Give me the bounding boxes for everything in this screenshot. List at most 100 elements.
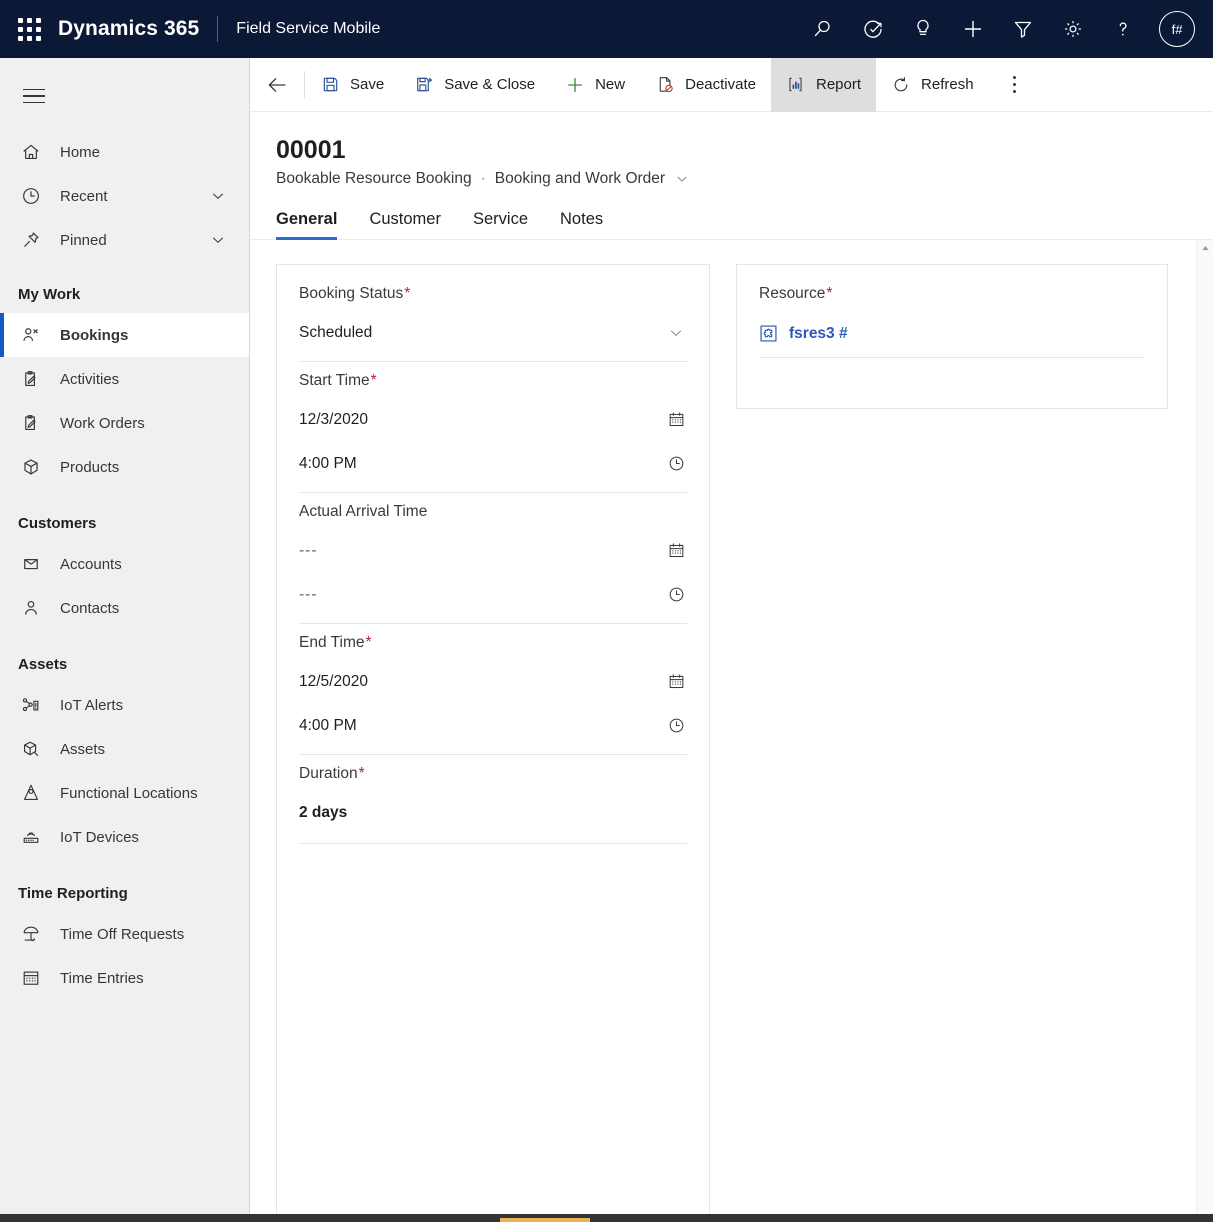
deactivate-icon [655, 75, 675, 95]
field-value: 4:00 PM [299, 716, 357, 734]
save-icon [320, 75, 340, 95]
sidebar-item-iot-alerts[interactable]: IoT Alerts [0, 683, 249, 727]
end-date-input[interactable]: 12/5/2020 [277, 660, 709, 704]
sidebar-group-assets: Assets [18, 656, 68, 673]
form-tabs: General Customer Service Notes [250, 210, 1213, 240]
tab-general[interactable]: General [276, 210, 353, 240]
duration-input[interactable]: 2 days [277, 791, 709, 835]
report-icon [786, 75, 806, 95]
sidebar-item-label: Home [60, 143, 101, 161]
end-time-input[interactable]: 4:00 PM [277, 704, 709, 748]
sidebar-item-recent[interactable]: Recent [0, 174, 249, 218]
required-marker: * [404, 284, 411, 302]
work-orders-icon [20, 411, 46, 435]
app-launcher-icon[interactable] [14, 14, 44, 44]
label-text: Start Time [299, 371, 370, 389]
more-commands-icon[interactable] [993, 58, 1037, 112]
sidebar-item-label: Functional Locations [60, 784, 198, 802]
clock-icon[interactable] [665, 715, 687, 737]
sidebar-item-label: Time Off Requests [60, 925, 185, 943]
vertical-scrollbar[interactable] [1196, 239, 1213, 1222]
resource-lookup-value[interactable]: fsres3 # [789, 325, 848, 343]
sidebar-item-label: Time Entries [60, 969, 144, 987]
time-entries-icon [20, 966, 46, 990]
pin-icon [20, 228, 46, 252]
new-button[interactable]: New [550, 58, 640, 112]
sidebar-item-label: Work Orders [60, 414, 145, 432]
resource-lookup[interactable]: fsres3 # [737, 311, 1167, 351]
hamburger-menu-icon[interactable] [10, 72, 58, 120]
iot-alerts-icon [20, 693, 46, 717]
save-and-close-button[interactable]: Save & Close [399, 58, 550, 112]
calendar-icon[interactable] [665, 409, 687, 431]
clock-icon[interactable] [665, 584, 687, 606]
save-button[interactable]: Save [305, 58, 399, 112]
save-close-icon [414, 75, 434, 95]
sidebar-item-assets[interactable]: Assets [0, 727, 249, 771]
sidebar-group-my-work: My Work [18, 286, 81, 303]
deactivate-button[interactable]: Deactivate [640, 58, 771, 112]
tab-notes[interactable]: Notes [544, 210, 619, 239]
field-label: Start Time* [277, 362, 709, 398]
chevron-down-icon[interactable] [665, 322, 687, 344]
booking-status-select[interactable]: Scheduled [277, 311, 709, 355]
scroll-up-icon[interactable] [1197, 240, 1213, 257]
tab-service[interactable]: Service [457, 210, 544, 239]
actual-arrival-time-input[interactable]: --- [277, 573, 709, 617]
tab-customer[interactable]: Customer [353, 210, 457, 239]
filter-icon[interactable] [1009, 15, 1037, 43]
report-button[interactable]: Report [770, 58, 877, 112]
sidebar-item-activities[interactable]: Activities [0, 357, 249, 401]
help-icon[interactable] [1109, 15, 1137, 43]
clock-icon[interactable] [665, 453, 687, 475]
app-name[interactable]: Field Service Mobile [236, 20, 380, 38]
page-title: 00001 [276, 136, 346, 164]
calendar-icon[interactable] [665, 540, 687, 562]
sidebar-item-label: IoT Devices [60, 828, 139, 846]
sidebar-item-contacts[interactable]: Contacts [0, 586, 249, 630]
sidebar-item-pinned[interactable]: Pinned [0, 218, 249, 262]
chevron-down-icon[interactable] [209, 187, 227, 205]
chevron-down-icon[interactable] [209, 231, 227, 249]
resource-section-card: Resource* fsres3 # [736, 263, 1168, 409]
start-time-input[interactable]: 4:00 PM [277, 442, 709, 486]
sidebar-item-work-orders[interactable]: Work Orders [0, 401, 249, 445]
sidebar-item-label: Recent [60, 187, 108, 205]
start-date-input[interactable]: 12/3/2020 [277, 398, 709, 442]
assistant-icon[interactable] [859, 15, 887, 43]
search-icon[interactable] [809, 15, 837, 43]
sidebar-item-accounts[interactable]: Accounts [0, 542, 249, 586]
chevron-down-icon[interactable] [674, 171, 690, 187]
calendar-icon[interactable] [665, 671, 687, 693]
sidebar-item-functional-locations[interactable]: Functional Locations [0, 771, 249, 815]
general-section-card: Booking Status* Scheduled Start Time* 12… [276, 263, 710, 1222]
brand-title[interactable]: Dynamics 365 [58, 17, 199, 41]
sidebar-item-home[interactable]: Home [0, 130, 249, 174]
field-duration: Duration* 2 days [277, 755, 709, 844]
field-label: Booking Status* [277, 275, 709, 311]
form-selector-label[interactable]: Booking and Work Order [495, 170, 665, 188]
field-value: 12/5/2020 [299, 672, 368, 690]
refresh-button[interactable]: Refresh [876, 58, 989, 112]
sidebar-item-products[interactable]: Products [0, 445, 249, 489]
bottom-progress-indicator [500, 1218, 590, 1222]
plus-icon[interactable] [959, 15, 987, 43]
sidebar-item-iot-devices[interactable]: IoT Devices [0, 815, 249, 859]
report-label: Report [815, 76, 862, 93]
command-bar: Save Save & Close New Deactivate Report … [250, 58, 1213, 112]
back-arrow-icon[interactable] [250, 58, 304, 112]
gear-icon[interactable] [1059, 15, 1087, 43]
sidebar-item-label: IoT Alerts [60, 696, 124, 714]
actual-arrival-date-input[interactable]: --- [277, 529, 709, 573]
sidebar-item-time-entries[interactable]: Time Entries [0, 956, 249, 1000]
sidebar-item-bookings[interactable]: Bookings [0, 313, 249, 357]
sidebar-item-label: Activities [60, 370, 120, 388]
entity-name: Bookable Resource Booking [276, 169, 472, 187]
clock-icon [20, 184, 46, 208]
sidebar-item-time-off-requests[interactable]: Time Off Requests [0, 912, 249, 956]
lightbulb-icon[interactable] [909, 15, 937, 43]
required-marker: * [370, 371, 377, 389]
avatar[interactable]: f# [1159, 11, 1195, 47]
form-body: Booking Status* Scheduled Start Time* 12… [250, 239, 1213, 1222]
sidebar-group-customers: Customers [18, 515, 97, 532]
